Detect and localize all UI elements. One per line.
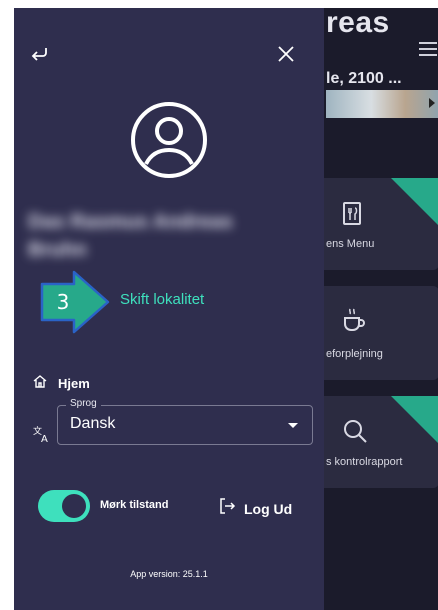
close-icon[interactable] (274, 42, 298, 66)
card-corner-badge (391, 178, 438, 226)
menu-card[interactable]: ens Menu (314, 178, 438, 270)
svg-text:A: A (41, 434, 48, 444)
home-icon (32, 373, 48, 394)
app-page-title: reas (326, 8, 390, 39)
report-card[interactable]: s kontrolrapport (314, 396, 438, 488)
chevron-down-icon (288, 423, 298, 428)
toggle-knob (62, 494, 86, 518)
language-select[interactable]: Sprog Dansk (57, 398, 313, 445)
language-select-value: Dansk (70, 415, 116, 432)
home-label: Hjem (58, 375, 90, 391)
translate-icon: 文A (32, 424, 52, 445)
switch-location-link[interactable]: Skift lokalitet (120, 291, 204, 308)
location-photo (326, 90, 438, 118)
hamburger-menu-icon[interactable] (419, 42, 437, 60)
play-arrow-icon (429, 98, 435, 108)
logout-label: Log Ud (244, 500, 293, 517)
catering-card[interactable]: eforplejning (314, 286, 438, 380)
app-version: App version: 25.1.1 (130, 569, 208, 579)
coffee-cup-icon (342, 308, 366, 340)
language-select-legend: Sprog (66, 398, 101, 409)
report-card-label: s kontrolrapport (326, 456, 403, 468)
navigation-drawer: Das Rasmus Andreas Bruhn 3 Skift lokalit… (14, 8, 324, 610)
logout-icon (218, 497, 236, 520)
search-icon (342, 418, 368, 450)
back-arrow-icon[interactable] (28, 42, 52, 66)
menu-card-label: ens Menu (326, 238, 375, 250)
location-address: le, 2100 ... (326, 70, 402, 87)
logout-button[interactable]: Log Ud (218, 497, 292, 520)
home-nav-item[interactable]: Hjem (32, 372, 90, 394)
catering-card-label: eforplejning (326, 348, 383, 360)
user-name: Das Rasmus Andreas Bruhn (28, 211, 233, 261)
card-corner-badge (391, 396, 438, 444)
dark-mode-label: Mørk tilstand (100, 499, 169, 511)
user-avatar-icon (129, 100, 209, 180)
menu-book-icon (342, 202, 364, 232)
dark-mode-toggle[interactable] (38, 490, 90, 522)
step-callout-number: 3 (56, 290, 70, 314)
